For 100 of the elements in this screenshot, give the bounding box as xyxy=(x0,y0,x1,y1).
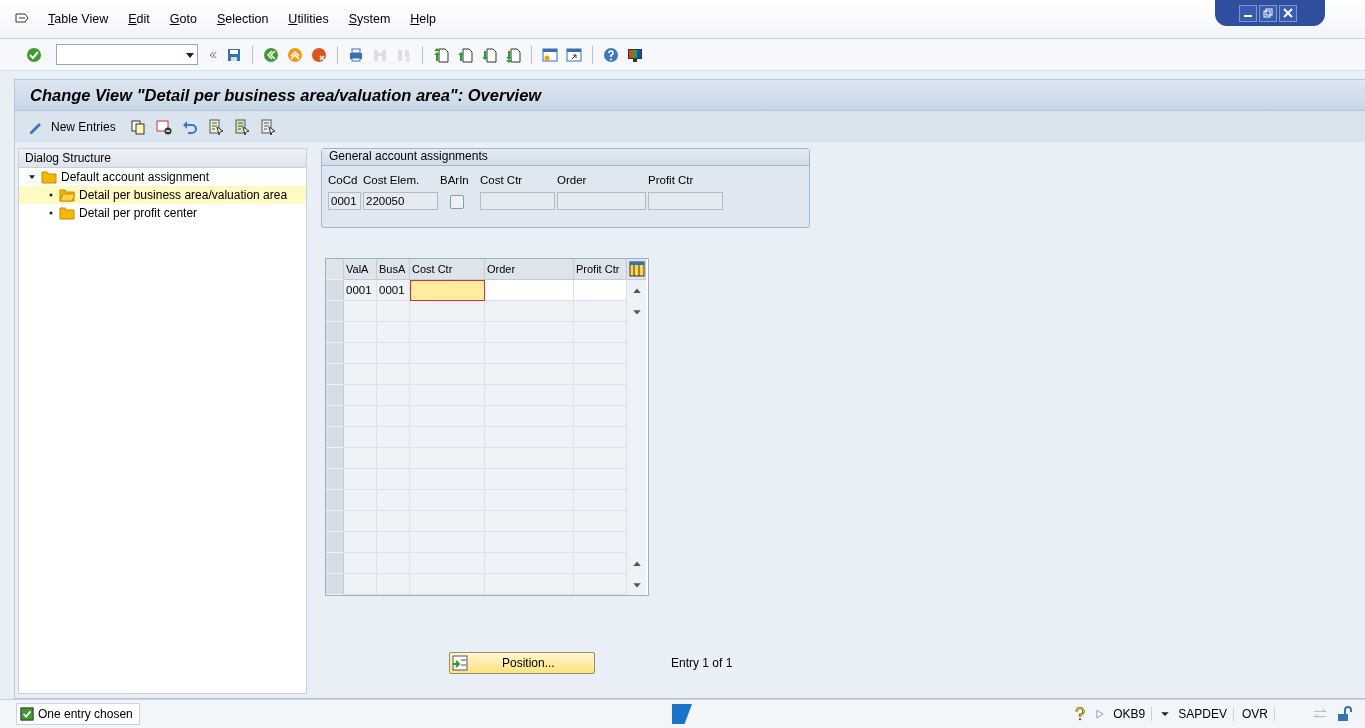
checkmark-icon xyxy=(26,46,42,63)
delete-row-icon xyxy=(155,118,172,135)
list-cursor-icon xyxy=(233,118,250,135)
row-selector[interactable] xyxy=(326,280,344,301)
row-selector[interactable] xyxy=(326,322,344,343)
table-cell xyxy=(344,301,377,322)
row-selector[interactable] xyxy=(326,427,344,448)
input-field[interactable] xyxy=(557,192,646,210)
tree-item[interactable]: Detail per business area/valuation area xyxy=(19,186,306,204)
table-cell xyxy=(344,322,377,343)
bullet-icon xyxy=(47,209,55,217)
command-field[interactable] xyxy=(56,44,198,65)
input-field[interactable] xyxy=(648,192,723,210)
table-cell xyxy=(344,385,377,406)
table-cell xyxy=(344,343,377,364)
row-selector[interactable] xyxy=(326,511,344,532)
input-cell[interactable] xyxy=(410,280,485,301)
input-mode[interactable]: OVR xyxy=(1242,707,1275,721)
row-selector[interactable] xyxy=(326,469,344,490)
checkbox[interactable] xyxy=(450,195,464,209)
menu-item[interactable]: Utilities xyxy=(278,12,339,26)
table-cell xyxy=(344,406,377,427)
field-label: Profit Ctr xyxy=(648,174,695,188)
menu-item[interactable]: Table View xyxy=(38,12,119,26)
list-cursor-icon xyxy=(259,118,276,135)
field-label: Cost Ctr xyxy=(480,174,524,188)
position-icon xyxy=(452,655,468,671)
table-cell xyxy=(377,301,410,322)
minimize-icon xyxy=(1244,15,1252,17)
row-selector[interactable] xyxy=(326,343,344,364)
input-cell[interactable] xyxy=(574,280,627,301)
panel-header: Dialog Structure xyxy=(19,149,306,168)
row-selector[interactable] xyxy=(326,448,344,469)
cancel-icon xyxy=(311,46,327,63)
column-settings-icon xyxy=(629,261,645,277)
input-field[interactable] xyxy=(480,192,555,210)
table-cell xyxy=(344,469,377,490)
table-cell xyxy=(344,511,377,532)
printer-icon xyxy=(348,46,364,63)
page-arrow-icon xyxy=(481,46,497,63)
table-cell xyxy=(377,574,410,595)
input-field[interactable]: 0001 xyxy=(328,192,361,210)
monitor-icon xyxy=(627,46,643,63)
play-icon xyxy=(1095,708,1106,720)
save-icon xyxy=(226,46,242,63)
column-settings-button[interactable] xyxy=(627,259,646,280)
column-header[interactable]: BusA xyxy=(377,259,410,280)
menu-item[interactable]: Edit xyxy=(118,12,160,26)
input-cell[interactable] xyxy=(485,280,574,301)
entry-counter: Entry 1 of 1 xyxy=(671,656,733,670)
list-cursor-icon xyxy=(207,118,224,135)
row-selector[interactable] xyxy=(326,574,344,595)
position-button[interactable]: Position... xyxy=(449,652,595,674)
column-header[interactable]: Order xyxy=(485,259,574,280)
restore-button[interactable] xyxy=(1259,4,1277,22)
success-icon xyxy=(20,707,34,721)
column-header[interactable]: Profit Ctr xyxy=(574,259,627,280)
field-label: CoCd xyxy=(328,174,359,188)
page-arrow-icon xyxy=(505,46,521,63)
unlock-icon xyxy=(1337,706,1353,722)
field-label: BArIn xyxy=(440,174,470,188)
table-cell xyxy=(344,490,377,511)
table-cell: 0001 xyxy=(377,280,410,301)
window-icon xyxy=(542,46,558,63)
row-selector[interactable] xyxy=(326,385,344,406)
close-button[interactable] xyxy=(1279,4,1297,22)
minimize-button[interactable] xyxy=(1239,4,1257,22)
table-cell xyxy=(344,532,377,553)
table-cell xyxy=(344,553,377,574)
new-entries-button[interactable]: New Entries xyxy=(51,119,122,134)
column-header[interactable]: Cost Ctr xyxy=(410,259,485,280)
menu-item[interactable]: Selection xyxy=(206,12,279,26)
screen-title: Change View "Detail per business area/valuation area": Overview xyxy=(15,80,1365,111)
exit-icon xyxy=(287,46,303,63)
transaction-code[interactable]: OKB9 xyxy=(1113,707,1153,721)
table-cell xyxy=(344,574,377,595)
column-header[interactable]: ValA xyxy=(344,259,377,280)
row-selector[interactable] xyxy=(326,364,344,385)
system-name: SAPDEV xyxy=(1178,707,1234,721)
menu-item[interactable]: Goto xyxy=(159,12,207,26)
help-icon xyxy=(603,46,619,63)
tree-label: Default account assignment xyxy=(61,170,210,184)
table-cell: 0001 xyxy=(344,280,377,301)
row-selector[interactable] xyxy=(326,553,344,574)
page-arrow-icon xyxy=(457,46,473,63)
input-field[interactable]: 220050 xyxy=(363,192,438,210)
tree-label: Detail per profit center xyxy=(79,206,198,220)
row-selector[interactable] xyxy=(326,490,344,511)
table-cell xyxy=(574,574,627,595)
menu-item[interactable]: System xyxy=(338,12,401,26)
table-cell xyxy=(344,448,377,469)
row-selector[interactable] xyxy=(326,532,344,553)
bullet-icon xyxy=(47,191,55,199)
folder-icon xyxy=(59,187,75,203)
close-icon xyxy=(1283,8,1293,18)
menu-item[interactable]: Help xyxy=(400,12,447,26)
back-icon xyxy=(263,46,279,63)
row-selector[interactable] xyxy=(326,301,344,322)
table-cell xyxy=(574,301,627,322)
row-selector[interactable] xyxy=(326,406,344,427)
